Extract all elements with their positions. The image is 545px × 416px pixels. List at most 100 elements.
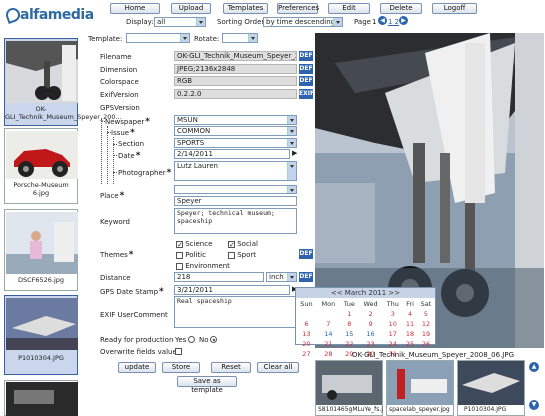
overwrite-checkbox[interactable] <box>175 348 182 355</box>
checkbox-checked-icon <box>176 240 183 248</box>
store-button[interactable]: Store <box>162 362 200 373</box>
thumbnail-5[interactable] <box>4 380 78 416</box>
calendar-day[interactable]: 19 <box>417 329 435 339</box>
calendar-day[interactable]: 4 <box>403 309 417 319</box>
edit-button[interactable]: Edit <box>328 3 370 14</box>
calendar-day[interactable]: 18 <box>403 329 417 339</box>
chevron-down-icon <box>287 273 296 281</box>
calendar-day-header: Sat <box>420 299 432 308</box>
colorspace-def-button[interactable]: DEF <box>299 76 313 86</box>
save-template-button[interactable]: Save as template <box>177 376 237 394</box>
exif-button[interactable]: EXIF <box>299 89 314 99</box>
theme-science-checkbox[interactable]: Science <box>176 240 212 248</box>
newspaper-value: MSUN <box>177 116 198 124</box>
calendar-day[interactable]: 8 <box>340 319 359 329</box>
upload-button[interactable]: Upload <box>171 3 211 14</box>
newspaper-select[interactable]: MSUN <box>174 115 297 125</box>
calendar-day[interactable]: 25 <box>403 339 417 349</box>
themes-def-button[interactable]: DEF <box>299 249 313 259</box>
next-page-icon[interactable]: ▶ <box>399 16 408 25</box>
required-star: * <box>145 117 150 127</box>
rotate-select[interactable] <box>222 33 258 43</box>
calendar-day[interactable]: 21 <box>317 339 340 349</box>
theme-politic-checkbox[interactable]: Politic <box>176 251 206 259</box>
calendar-day[interactable]: 6 <box>296 319 317 329</box>
gps-date-field[interactable]: 3/21/2011 <box>174 285 290 295</box>
dimension-def-button[interactable]: DEF <box>299 64 313 74</box>
delete-button[interactable]: Delete <box>380 3 422 14</box>
thumbnail-3[interactable]: DSCF6526.jpg <box>4 209 78 291</box>
strip-scrollbar[interactable]: ▲ ▼ <box>527 362 541 412</box>
calendar-day[interactable]: 20 <box>296 339 317 349</box>
thumbnail-2[interactable]: Porsche-Museum 6.jpg <box>4 128 78 204</box>
distance-def-button[interactable]: DEF <box>299 272 313 282</box>
calendar-day[interactable]: 23 <box>359 339 383 349</box>
calendar-day[interactable]: 7 <box>317 319 340 329</box>
calendar-day[interactable]: 27 <box>296 349 317 359</box>
calendar-day[interactable]: 24 <box>382 339 403 349</box>
calendar-day[interactable]: 12 <box>417 319 435 329</box>
thumbnail-4[interactable]: P1010304.JPG <box>4 295 78 375</box>
place-field[interactable]: Speyer <box>174 196 297 206</box>
themes-label: Themes* <box>100 250 134 260</box>
place-label: Place* <box>100 191 124 201</box>
calendar-day[interactable]: 15 <box>340 329 359 339</box>
calendar-day[interactable]: 9 <box>359 319 383 329</box>
clear-all-button[interactable]: Clear all <box>257 362 299 373</box>
display-select[interactable]: all <box>154 17 206 27</box>
date-field[interactable]: 2/14/2011 <box>174 149 290 159</box>
calendar-day[interactable]: 14 <box>317 329 340 339</box>
strip-thumbnail-2[interactable]: spacelab_speyer.jpg <box>386 360 454 416</box>
distance-field[interactable]: 218 <box>174 272 264 282</box>
calendar-day[interactable]: 16 <box>359 329 383 339</box>
ready-yes-radio[interactable] <box>188 336 195 343</box>
calendar-day[interactable]: 26 <box>417 339 435 349</box>
calendar-day[interactable]: 22 <box>340 339 359 349</box>
calendar-day[interactable]: 11 <box>403 319 417 329</box>
logoff-button[interactable]: Logoff <box>432 3 477 14</box>
page-links[interactable]: 1 2 <box>388 18 399 26</box>
calendar-day[interactable]: 2 <box>359 309 383 319</box>
strip-thumbnail-3[interactable]: P1010304.JPG <box>457 360 525 416</box>
required-star: * <box>135 151 141 161</box>
sort-select[interactable]: by time descending <box>263 17 343 27</box>
place-label-text: Place <box>100 192 119 200</box>
date-picker-calendar[interactable]: << March 2011 >> Sun Mon Tue Wed Thu Fri… <box>295 287 436 358</box>
calendar-header[interactable]: << March 2011 >> <box>296 288 435 298</box>
keyword-textarea[interactable]: Speyer; technical museum; spaceship <box>174 208 297 234</box>
keyword-label: Keyword <box>100 218 130 226</box>
theme-sport-label: Sport <box>237 251 257 259</box>
ready-no-radio[interactable] <box>210 336 217 343</box>
calendar-day[interactable]: 13 <box>296 329 317 339</box>
calendar-day[interactable]: 28 <box>317 349 340 359</box>
home-button[interactable]: Home <box>110 3 160 14</box>
photographer-select[interactable]: Lutz Lauren <box>174 161 297 181</box>
calendar-day[interactable]: 5 <box>417 309 435 319</box>
theme-social-checkbox[interactable]: Social <box>228 240 258 248</box>
strip-thumbnail-1[interactable]: S8101465gMLuYe_fs.j <box>315 360 383 416</box>
date-picker-icon[interactable]: ▶ <box>292 149 297 157</box>
section-select[interactable]: SPORTS <box>174 138 297 148</box>
preferences-button[interactable]: Preferences <box>277 3 319 14</box>
calendar-day[interactable]: 17 <box>382 329 403 339</box>
scroll-up-icon[interactable]: ▲ <box>529 362 539 372</box>
calendar-day[interactable]: 1 <box>340 309 359 319</box>
reset-button[interactable]: Reset <box>211 362 251 373</box>
issue-select[interactable]: COMMON <box>174 126 297 136</box>
calendar-day-header: Mon <box>321 299 336 308</box>
calendar-day[interactable]: 10 <box>382 319 403 329</box>
template-select[interactable] <box>126 33 190 43</box>
templates-button[interactable]: Templates <box>223 3 268 14</box>
thumbnail-1[interactable]: OK-GLI_Technik_Museum_Speyer_200... <box>4 38 122 126</box>
distance-unit-select[interactable]: inch <box>266 272 297 282</box>
theme-sport-checkbox[interactable]: Sport <box>228 251 256 259</box>
theme-environment-checkbox[interactable]: Environment <box>176 262 230 270</box>
sort-value: by time descending <box>266 18 336 26</box>
filename-def-button[interactable]: DEF <box>299 51 313 61</box>
place-select[interactable] <box>174 185 297 194</box>
scroll-down-icon[interactable]: ▼ <box>529 400 539 410</box>
update-button[interactable]: update <box>118 362 156 373</box>
exif-comment-textarea[interactable]: Real spaceship <box>174 296 297 328</box>
prev-page-icon[interactable]: ◀ <box>378 16 387 25</box>
calendar-day[interactable]: 3 <box>382 309 403 319</box>
